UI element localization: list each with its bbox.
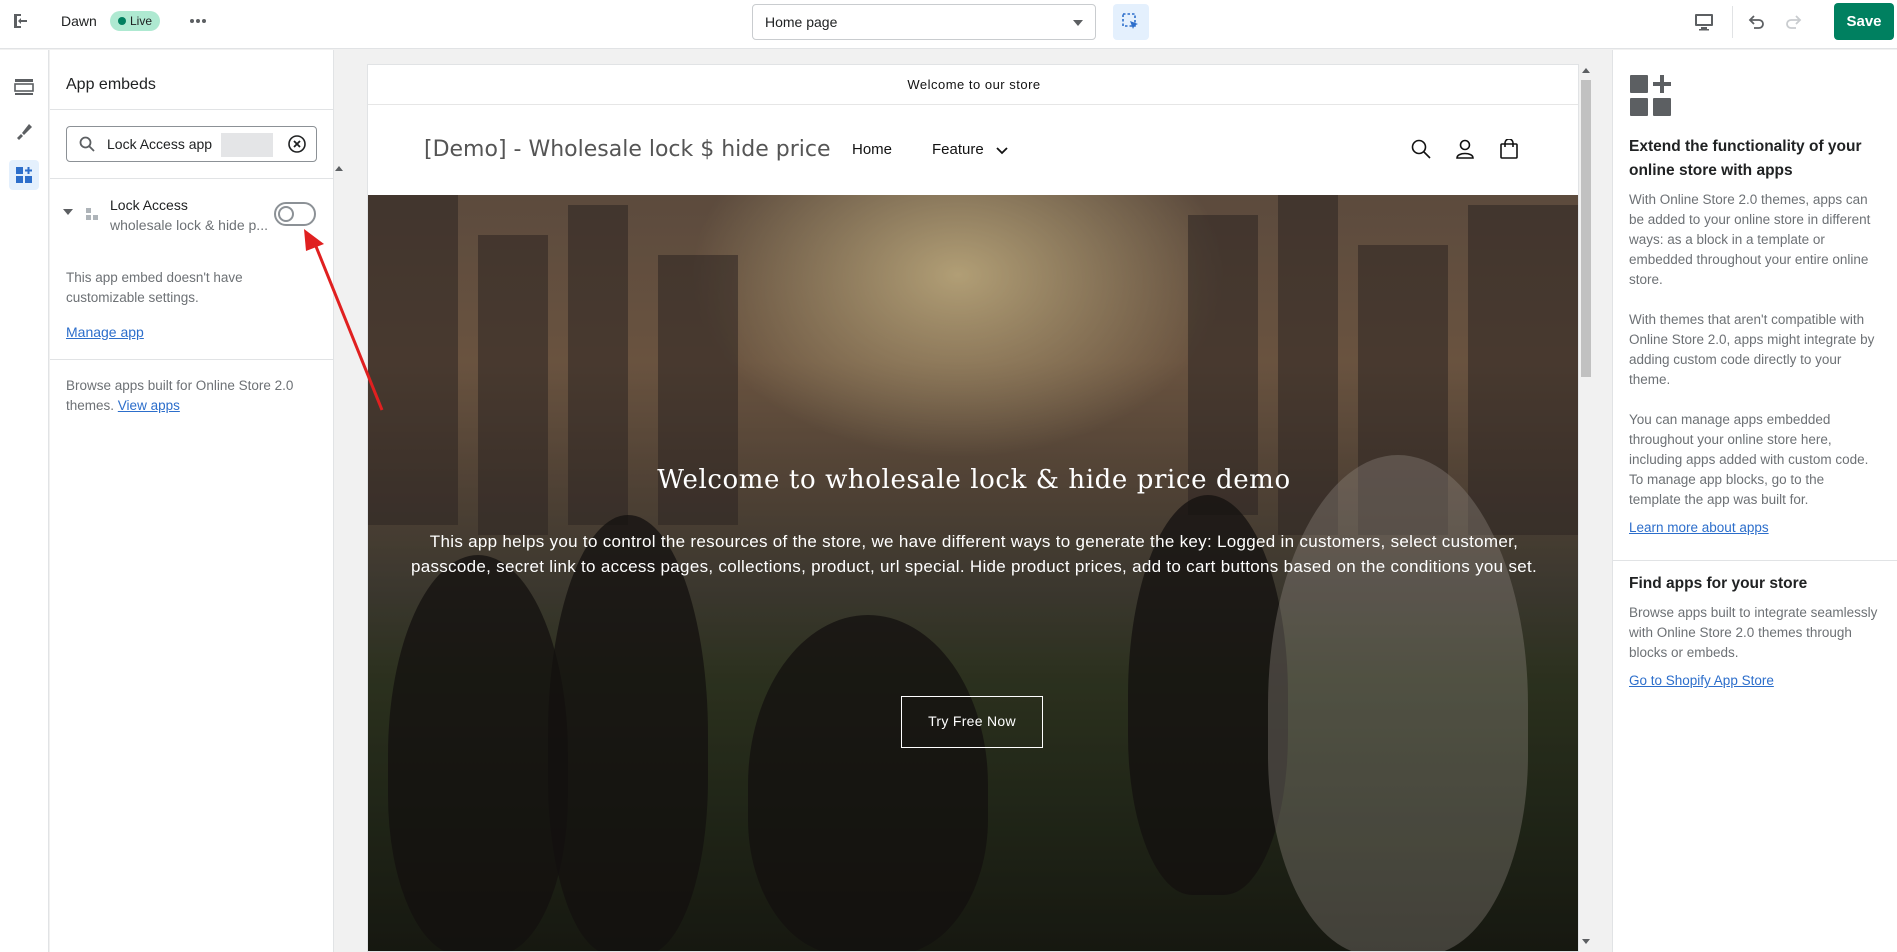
hero-banner: Welcome to wholesale lock & hide price d…	[368, 195, 1578, 951]
account-icon[interactable]	[1453, 137, 1477, 161]
try-free-button[interactable]: Try Free Now	[901, 696, 1043, 748]
collapse-icon[interactable]	[63, 209, 73, 215]
manage-app-link[interactable]: Manage app	[66, 324, 144, 340]
cart-icon[interactable]	[1497, 137, 1521, 161]
more-icon[interactable]	[185, 8, 211, 34]
info-paragraph: Browse apps built to integrate seamlessl…	[1629, 605, 1878, 660]
chevron-down-icon	[1073, 20, 1083, 26]
redacted-region	[221, 133, 273, 157]
save-button[interactable]: Save	[1834, 3, 1894, 40]
toggle-knob	[278, 206, 294, 222]
exit-icon[interactable]	[8, 8, 34, 34]
learn-more-link[interactable]: Learn more about apps	[1629, 520, 1769, 535]
divider	[1613, 560, 1897, 561]
sections-icon[interactable]	[9, 72, 39, 102]
inspector-icon[interactable]	[1113, 4, 1149, 40]
scrollbar-thumb[interactable]	[1581, 80, 1591, 377]
app-description: wholesale lock & hide p...	[110, 217, 268, 233]
divider	[50, 178, 333, 179]
announcement-bar: Welcome to our store	[368, 65, 1578, 105]
info-paragraph: With themes that aren't compatible with …	[1629, 312, 1875, 387]
info-panel: Extend the functionality of your online …	[1612, 50, 1897, 952]
nav-feature[interactable]: Feature	[932, 141, 1008, 159]
redo-icon[interactable]	[1780, 8, 1808, 36]
section-heading: Find apps for your store	[1629, 575, 1808, 592]
top-bar: Dawn Live Home page Save	[0, 0, 1897, 49]
store-name[interactable]: [Demo] - Wholesale lock $ hide price	[424, 137, 831, 162]
scroll-up-icon[interactable]	[1582, 68, 1590, 73]
nav-feature-label: Feature	[932, 141, 984, 158]
app-embed-toggle[interactable]	[274, 202, 316, 226]
app-name: Lock Access	[110, 197, 188, 213]
store-preview: Welcome to our store [Demo] - Wholesale …	[367, 64, 1579, 952]
search-value: Lock Access app	[107, 136, 213, 152]
browse-apps-text: Browse apps built for Online Store 2.0 t…	[66, 376, 306, 416]
theme-name: Dawn	[61, 13, 97, 29]
panel-title: App embeds	[66, 76, 156, 93]
toolbar-divider	[1732, 6, 1733, 38]
status-badge: Live	[110, 11, 161, 31]
settings-note: This app embed doesn't have customizable…	[66, 270, 243, 305]
app-store-link[interactable]: Go to Shopify App Store	[1629, 673, 1774, 688]
chevron-down-icon	[996, 142, 1008, 159]
desktop-icon[interactable]	[1690, 8, 1718, 36]
scroll-down-icon[interactable]	[1582, 939, 1590, 944]
view-apps-link[interactable]: View apps	[118, 398, 180, 413]
divider	[50, 109, 333, 110]
search-icon	[79, 136, 95, 157]
nav-home[interactable]: Home	[852, 141, 892, 158]
annotation-arrow	[304, 229, 384, 411]
page-select-value: Home page	[765, 14, 838, 30]
app-embeds-panel: App embeds Lock Access app Lock Access w…	[50, 50, 343, 952]
app-icon	[85, 207, 99, 226]
scroll-up-icon[interactable]	[335, 166, 343, 171]
hero-title: Welcome to wholesale lock & hide price d…	[657, 465, 1291, 495]
undo-icon[interactable]	[1742, 8, 1770, 36]
clear-icon[interactable]	[288, 135, 306, 158]
left-rail	[0, 50, 49, 952]
section-heading: Extend the functionality of your online …	[1629, 138, 1862, 179]
app-embeds-icon[interactable]	[9, 160, 39, 190]
info-paragraph: You can manage apps embedded throughout …	[1629, 412, 1869, 507]
search-icon[interactable]	[1409, 137, 1433, 161]
theme-settings-icon[interactable]	[9, 116, 39, 146]
page-select[interactable]: Home page	[752, 4, 1096, 40]
info-paragraph: With Online Store 2.0 themes, apps can b…	[1629, 192, 1871, 287]
apps-logo-icon	[1629, 74, 1673, 123]
hero-text: This app helps you to control the resour…	[410, 532, 1538, 576]
preview-scrollbar[interactable]	[1579, 64, 1593, 952]
search-input[interactable]: Lock Access app	[66, 126, 317, 162]
